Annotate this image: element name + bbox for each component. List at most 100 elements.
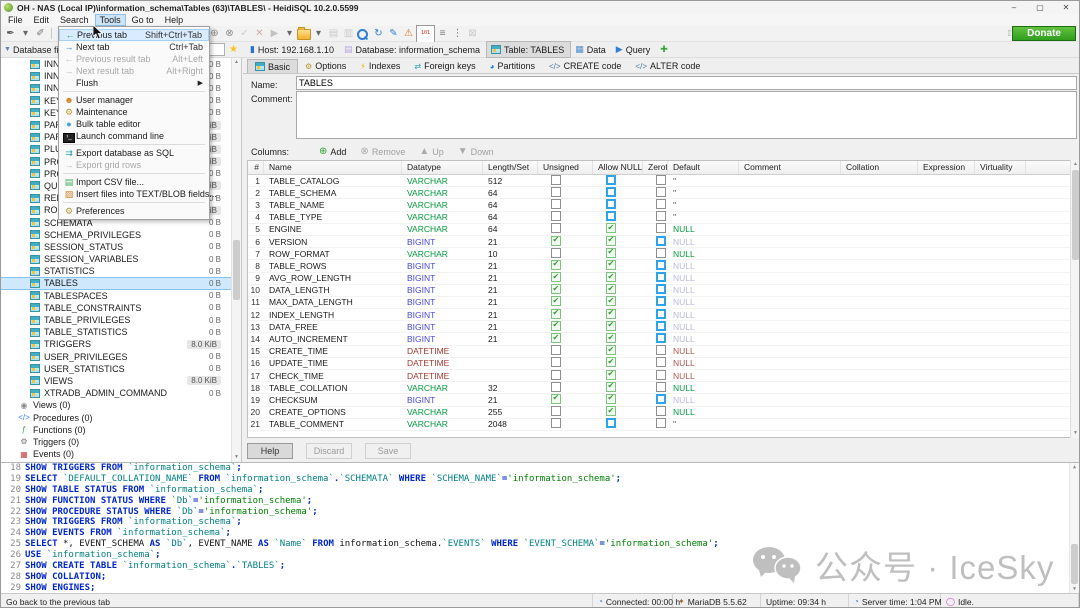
session-manager-icon[interactable]: ✒ [3, 27, 18, 41]
grid-row-create_options[interactable]: 20CREATE_OPTIONSVARCHAR255NULL [248, 407, 1072, 419]
cancel-circle-icon[interactable]: ⊗ [222, 27, 237, 41]
zerofill-checkbox[interactable] [656, 309, 666, 319]
allow-null-checkbox[interactable] [606, 248, 616, 258]
zerofill-checkbox[interactable] [656, 418, 666, 428]
allow-null-checkbox[interactable] [606, 187, 616, 197]
menu-item-maintenance[interactable]: ⚙Maintenance [59, 106, 209, 118]
tree-events[interactable]: ▦Events (0) [1, 448, 241, 460]
zerofill-checkbox[interactable] [656, 211, 666, 221]
scroll-up-icon[interactable]: ▲ [232, 58, 241, 67]
grid-header-expression[interactable]: Expression [918, 161, 975, 174]
grid-row-index_length[interactable]: 12INDEX_LENGTHBIGINT21NULL [248, 309, 1072, 321]
zerofill-checkbox[interactable] [656, 406, 666, 416]
unsigned-checkbox[interactable] [551, 211, 561, 221]
tree-triggers[interactable]: ⚙Triggers (0) [1, 436, 241, 448]
designer-tab-basic[interactable]: Basic [247, 59, 298, 73]
unsigned-checkbox[interactable] [551, 357, 561, 367]
allow-null-checkbox[interactable] [606, 309, 616, 319]
scroll-down-icon[interactable]: ▼ [1070, 585, 1079, 593]
designer-tab-indexes[interactable]: ⚡Indexes [353, 59, 407, 73]
execute-play-icon[interactable]: ▶ [267, 27, 282, 41]
unsigned-checkbox[interactable] [551, 333, 561, 343]
save-icon[interactable]: ▤ [326, 27, 341, 41]
grid-row-auto_increment[interactable]: 14AUTO_INCREMENTBIGINT21NULL [248, 333, 1072, 345]
grid-row-table_comment[interactable]: 21TABLE_COMMENTVARCHAR2048'' [248, 419, 1072, 431]
tree-table-triggers[interactable]: TRIGGERS8.0 KiB [1, 338, 241, 350]
grid-row-update_time[interactable]: 16UPDATE_TIMEDATETIMENULL [248, 358, 1072, 370]
designer-tab-alter-code[interactable]: </>ALTER code [628, 59, 707, 73]
zerofill-checkbox[interactable] [656, 333, 666, 343]
tree-procedures[interactable]: </>Procedures (0) [1, 411, 241, 423]
grid-row-engine[interactable]: 5ENGINEVARCHAR64NULL [248, 224, 1072, 236]
refresh-icon[interactable]: ↻ [371, 27, 386, 41]
print-icon[interactable]: ▥ [341, 27, 356, 41]
scroll-thumb[interactable] [1072, 170, 1079, 260]
down-column-button[interactable]: ▼Down [458, 146, 494, 157]
menu-item-next-result-tab[interactable]: →Next result tabAlt+Right [59, 65, 209, 77]
designer-tab-partitions[interactable]: ◕Partitions [483, 59, 542, 73]
tree-functions[interactable]: ƒFunctions (0) [1, 424, 241, 436]
reformat-icon[interactable]: ≡ [435, 27, 450, 41]
grid-row-table_name[interactable]: 3TABLE_NAMEVARCHAR64'' [248, 199, 1072, 211]
unsigned-checkbox[interactable] [551, 370, 561, 380]
tree-scrollbar[interactable]: ▲ ▼ [231, 58, 241, 462]
designer-tab-options[interactable]: ⚙Options [298, 59, 353, 73]
new-window-icon[interactable]: ✐ [33, 27, 48, 41]
table-comment-input[interactable] [296, 91, 1077, 139]
remove-column-button[interactable]: ⊗Remove [360, 146, 405, 157]
grid-row-row_format[interactable]: 7ROW_FORMATVARCHAR10NULL [248, 248, 1072, 260]
grid-row-checksum[interactable]: 19CHECKSUMBIGINT21NULL [248, 394, 1072, 406]
allow-null-checkbox[interactable] [606, 260, 616, 270]
unsigned-checkbox[interactable] [551, 187, 561, 197]
zerofill-checkbox[interactable] [656, 260, 666, 270]
designer-tab-foreign-keys[interactable]: ⇄Foreign keys [407, 59, 482, 73]
kebab-icon[interactable]: ⋮ [450, 27, 465, 41]
unsigned-checkbox[interactable] [551, 236, 561, 246]
grid-header-length-set[interactable]: Length/Set [483, 161, 538, 174]
tree-table-table_statistics[interactable]: TABLE_STATISTICS0 B [1, 326, 241, 338]
menu-help[interactable]: Help [160, 14, 189, 26]
favorite-star-icon[interactable]: ★ [229, 44, 238, 55]
tree-table-tablespaces[interactable]: TABLESPACES0 B [1, 290, 241, 302]
tree-table-statistics[interactable]: STATISTICS0 B [1, 265, 241, 277]
zerofill-checkbox[interactable] [656, 370, 666, 380]
tree-views[interactable]: ◉Views (0) [1, 399, 241, 411]
grid-row-check_time[interactable]: 17CHECK_TIMEDATETIMENULL [248, 370, 1072, 382]
search-icon[interactable] [357, 29, 368, 40]
tree-table-schema_privileges[interactable]: SCHEMA_PRIVILEGES0 B [1, 229, 241, 241]
session-tab-host[interactable]: ▮Host: 192.168.1.10 [246, 42, 340, 57]
allow-null-checkbox[interactable] [606, 394, 616, 404]
zerofill-checkbox[interactable] [656, 248, 666, 258]
zerofill-checkbox[interactable] [656, 296, 666, 306]
session-tab-new-query-tab[interactable]: ✚ [656, 42, 677, 57]
unsigned-checkbox[interactable] [551, 248, 561, 258]
grid-row-table_type[interactable]: 4TABLE_TYPEVARCHAR64'' [248, 212, 1072, 224]
designer-tab-create-code[interactable]: </>CREATE code [542, 59, 628, 73]
tree-table-views[interactable]: VIEWS8.0 KiB [1, 375, 241, 387]
grid-header-collation[interactable]: Collation [841, 161, 918, 174]
zerofill-checkbox[interactable] [656, 345, 666, 355]
unsigned-checkbox[interactable] [551, 382, 561, 392]
menu-item-previous-tab[interactable]: ←Previous tabShift+Ctrl+Tab [59, 29, 209, 41]
unsigned-checkbox[interactable] [551, 418, 561, 428]
sql-log-scrollbar[interactable]: ▲ ▼ [1069, 463, 1079, 593]
menu-go-to[interactable]: Go to [127, 14, 159, 26]
grid-row-table_collation[interactable]: 18TABLE_COLLATIONVARCHAR32NULL [248, 382, 1072, 394]
grid-row-data_length[interactable]: 10DATA_LENGTHBIGINT21NULL [248, 285, 1072, 297]
allow-null-checkbox[interactable] [606, 345, 616, 355]
unsigned-checkbox[interactable] [551, 284, 561, 294]
binary-data-icon[interactable]: 101 [416, 25, 435, 43]
grid-header-virtuality[interactable]: Virtuality [975, 161, 1026, 174]
scroll-thumb[interactable] [1071, 544, 1078, 584]
menu-item-insert-files-into-text-blob-fields[interactable]: ▨Insert files into TEXT/BLOB fields... [59, 188, 209, 200]
dropdown-caret-icon[interactable]: ▾ [311, 27, 326, 41]
format-brush-icon[interactable]: ✎ [386, 27, 401, 41]
menu-item-export-grid-rows[interactable]: →Export grid rows [59, 159, 209, 171]
dropdown-caret-icon[interactable]: ▾ [282, 27, 297, 41]
table-name-input[interactable] [296, 76, 1077, 90]
menu-item-launch-command-line[interactable]: ›_Launch command line [59, 130, 209, 142]
close-button[interactable]: ✕ [1053, 3, 1079, 12]
maximize-button[interactable]: ▢ [1027, 3, 1053, 12]
allow-null-checkbox[interactable] [606, 175, 616, 185]
allow-null-checkbox[interactable] [606, 382, 616, 392]
